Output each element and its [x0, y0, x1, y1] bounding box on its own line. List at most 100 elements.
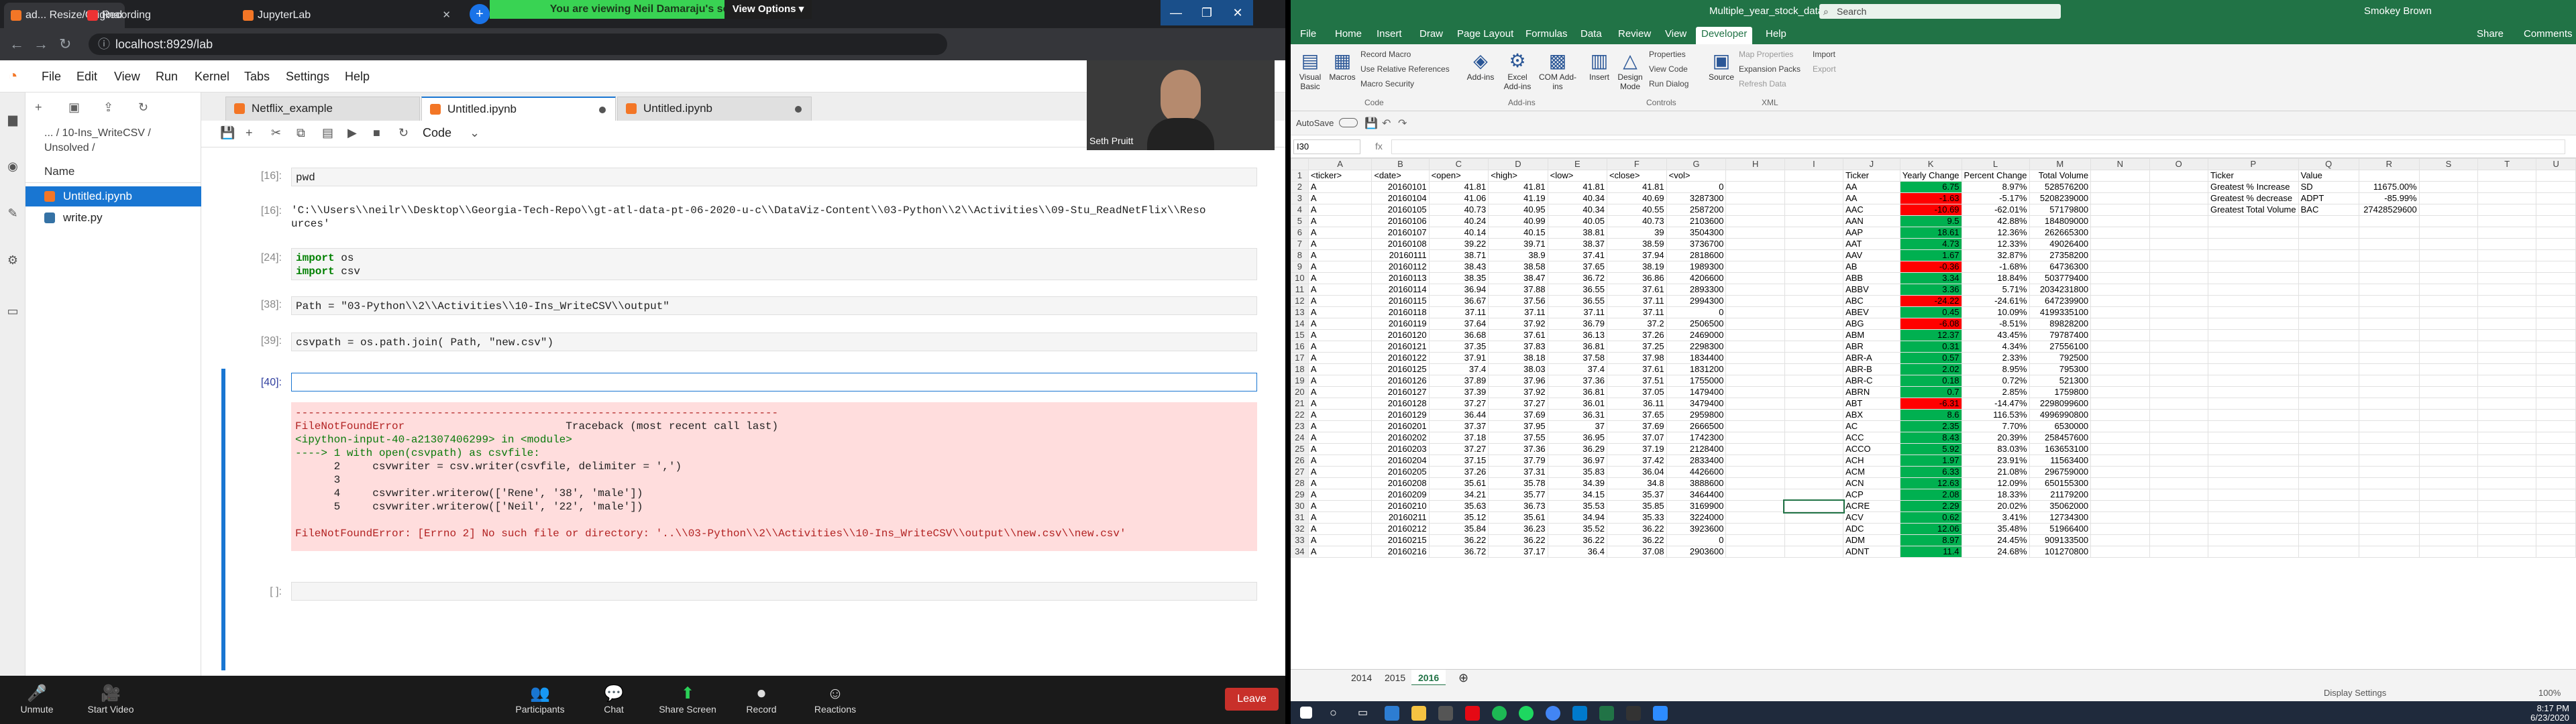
cell[interactable]: 12.37	[1899, 329, 1962, 341]
display-settings-button[interactable]: Display Settings	[2324, 685, 2386, 701]
cell[interactable]	[1725, 546, 1785, 558]
cell[interactable]: 3736700	[1666, 238, 1727, 250]
cell[interactable]: A	[1307, 227, 1373, 239]
cell[interactable]	[2149, 420, 2208, 432]
task-view-icon[interactable]: ▭	[1358, 706, 1373, 721]
cell[interactable]: 20.02%	[1961, 500, 2030, 512]
cell[interactable]: 37.27	[1488, 398, 1548, 410]
cell[interactable]	[1725, 352, 1785, 364]
folder-icon[interactable]: ▆	[6, 113, 19, 126]
cell[interactable]	[2477, 318, 2537, 330]
cell[interactable]: 18.84%	[1961, 272, 2030, 284]
cell[interactable]	[2149, 329, 2208, 341]
cell[interactable]: ABC	[1843, 295, 1900, 307]
cell[interactable]: AB	[1843, 261, 1900, 273]
cell[interactable]	[1784, 420, 1844, 432]
cell[interactable]: ABM	[1843, 329, 1900, 341]
cell[interactable]	[1725, 170, 1785, 182]
cell[interactable]: 38.37	[1547, 238, 1607, 250]
cell[interactable]: 36.68	[1428, 329, 1489, 341]
cell[interactable]: 792500	[2029, 352, 2092, 364]
cell[interactable]: 5.71%	[1961, 284, 2030, 296]
cell[interactable]	[2298, 352, 2359, 364]
map-properties-button[interactable]: Map Properties	[1739, 50, 1793, 59]
cell[interactable]	[2149, 489, 2208, 501]
cell[interactable]	[1784, 398, 1844, 410]
cell[interactable]	[2536, 375, 2576, 387]
row-header[interactable]: 2	[1291, 181, 1309, 193]
cell[interactable]: 3.34	[1899, 272, 1962, 284]
code-cell-path[interactable]: Path = "03-Python\\2\\Activities\\10-Ins…	[291, 296, 1257, 315]
cell[interactable]: 34.15	[1547, 489, 1607, 501]
cell[interactable]: 37.17	[1488, 546, 1548, 558]
cell[interactable]: 37.36	[1547, 375, 1607, 387]
cell[interactable]	[2298, 284, 2359, 296]
cell[interactable]: 37.64	[1428, 318, 1489, 330]
row-header[interactable]: 23	[1291, 420, 1309, 432]
cell[interactable]: 35.77	[1488, 489, 1548, 501]
cell[interactable]: 650155300	[2029, 477, 2092, 489]
cell[interactable]	[2418, 500, 2479, 512]
cell[interactable]	[1725, 398, 1785, 410]
explorer-icon[interactable]	[1411, 706, 1426, 721]
cell[interactable]	[2090, 261, 2150, 273]
cell[interactable]: 262665300	[2029, 227, 2092, 239]
cell[interactable]: 40.15	[1488, 227, 1548, 239]
cell[interactable]: 35.48%	[1961, 523, 2030, 535]
cell[interactable]: 38.71	[1428, 249, 1489, 261]
cell[interactable]: 1742300	[1666, 432, 1727, 444]
cell[interactable]: A	[1307, 386, 1373, 398]
cell[interactable]	[2298, 238, 2359, 250]
cell[interactable]	[1784, 284, 1844, 296]
cut-icon[interactable]: ✂	[271, 126, 281, 140]
cell[interactable]: 37.4	[1428, 363, 1489, 375]
properties-button[interactable]: Properties	[1649, 50, 1686, 59]
cell[interactable]	[2358, 511, 2420, 524]
column-header[interactable]: L	[1961, 158, 2030, 170]
cell[interactable]: 20160201	[1371, 420, 1430, 432]
cell[interactable]	[2418, 386, 2479, 398]
cell[interactable]	[2298, 466, 2359, 478]
cell[interactable]	[1725, 306, 1785, 318]
cell[interactable]	[2298, 420, 2359, 432]
cell[interactable]	[2477, 420, 2537, 432]
cell[interactable]	[1784, 295, 1844, 307]
row-header[interactable]: 16	[1291, 341, 1309, 353]
cell[interactable]: 27556100	[2029, 341, 2092, 353]
cell[interactable]: 40.95	[1488, 204, 1548, 216]
cell[interactable]: 40.34	[1547, 192, 1607, 204]
cell[interactable]: 37.18	[1428, 432, 1489, 444]
cell[interactable]	[2418, 295, 2479, 307]
cell[interactable]	[2090, 489, 2150, 501]
cell[interactable]	[2298, 363, 2359, 375]
cell[interactable]	[1725, 272, 1785, 284]
menu-view[interactable]: View	[114, 70, 140, 84]
cell[interactable]: 35.53	[1547, 500, 1607, 512]
cell[interactable]	[2358, 523, 2420, 535]
row-header[interactable]: 4	[1291, 204, 1309, 216]
cell[interactable]: ADPT	[2298, 192, 2359, 204]
cell[interactable]	[1725, 432, 1785, 444]
zoom-level[interactable]: 100%	[2538, 685, 2561, 701]
cell[interactable]	[1784, 489, 1844, 501]
save-icon[interactable]: 💾	[1364, 117, 1378, 130]
row-header[interactable]: 7	[1291, 238, 1309, 250]
cell[interactable]: 101270800	[2029, 546, 2092, 558]
cell[interactable]	[2358, 238, 2420, 250]
row-header[interactable]: 1	[1291, 170, 1309, 182]
cell[interactable]: A	[1307, 432, 1373, 444]
cell[interactable]	[2477, 523, 2537, 535]
cell[interactable]	[2207, 489, 2299, 501]
cell[interactable]: 37.39	[1428, 386, 1489, 398]
cell[interactable]: 40.14	[1428, 227, 1489, 239]
cell[interactable]: 37.83	[1488, 341, 1548, 353]
cell[interactable]	[2418, 511, 2479, 524]
cell[interactable]	[2477, 238, 2537, 250]
cell[interactable]	[1725, 511, 1785, 524]
maximize-icon[interactable]: ❐	[1191, 0, 1222, 25]
cell[interactable]: ACN	[1843, 477, 1900, 489]
cell[interactable]: -5.17%	[1961, 192, 2030, 204]
cell[interactable]: 35.63	[1428, 500, 1489, 512]
cell[interactable]	[1725, 181, 1785, 193]
row-header[interactable]: 27	[1291, 466, 1309, 478]
